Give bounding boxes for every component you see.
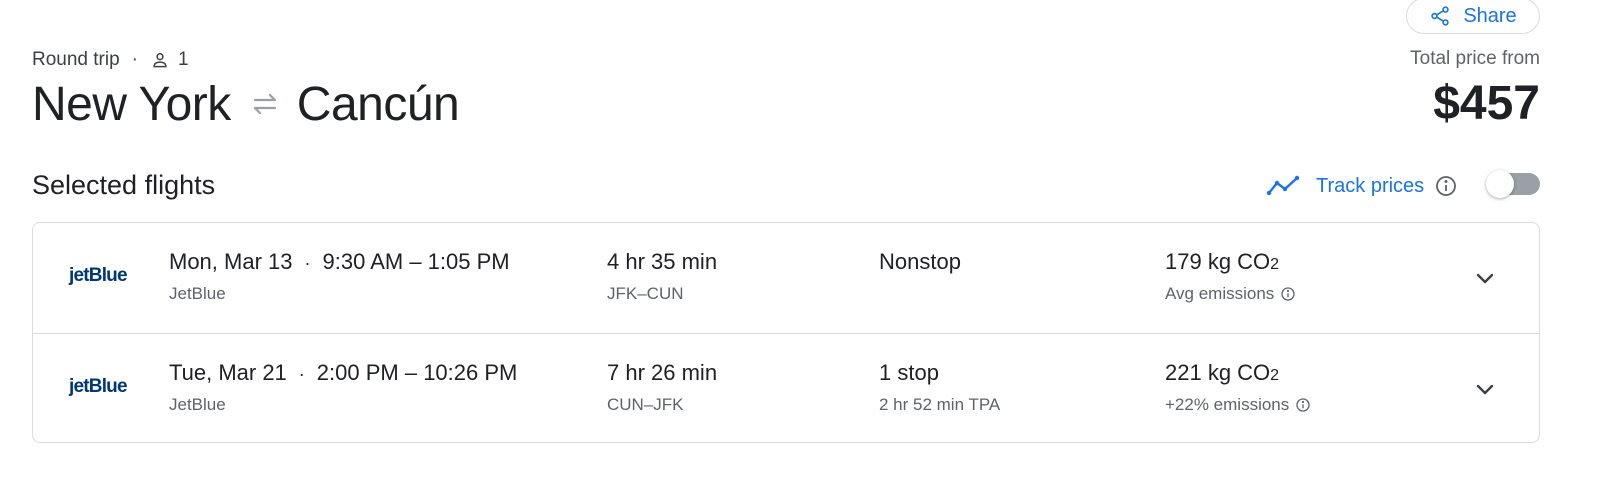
chevron-down-icon[interactable] [1469,374,1501,406]
flight-stops: Nonstop [879,249,961,305]
duration-text: 4 hr 35 min [607,249,718,274]
share-button[interactable]: Share [1406,0,1540,34]
separator-dot: · [131,49,138,70]
swap-arrows-icon [253,93,276,115]
chevron-down-icon[interactable] [1469,263,1501,295]
stops-text: 1 stop [879,360,939,385]
co2-subscript: 2 [1270,256,1280,273]
flight-duration: 7 hr 26 min CUN–JFK [607,360,717,416]
price-label: Total price from [1410,48,1540,69]
stops-text: Nonstop [879,249,961,274]
flight-emissions: 179 kg CO 2 Avg emissions [1165,249,1296,305]
co2-subscript: 2 [1270,367,1280,384]
co2-value: 179 kg CO [1165,249,1271,274]
track-prices-label[interactable]: Track prices [1316,175,1424,198]
flight-emissions: 221 kg CO 2 +22% emissions [1165,360,1311,416]
trend-line-icon [1266,175,1300,196]
flight-duration: 4 hr 35 min JFK–CUN [607,249,717,305]
flight-times-text: 2:00 PM – 10:26 PM [316,360,518,385]
flights-list: jetBlue Mon, Mar 13 · 9:30 AM – 1:05 PM … [32,222,1540,443]
info-icon[interactable] [1434,174,1458,198]
track-prices-toggle[interactable] [1486,170,1542,200]
destination-city: Cancún [296,77,460,131]
info-icon[interactable] [1280,286,1296,302]
route-title: New York Cancún [32,76,460,132]
passenger-count: 1 [178,49,189,70]
info-icon[interactable] [1295,397,1311,413]
airline-name: JetBlue [169,395,226,414]
trip-meta: Round trip · 1 [32,48,189,72]
share-icon [1431,6,1450,26]
total-price: $457 [1433,77,1540,130]
flight-times: Tue, Mar 21 · 2:00 PM – 10:26 PM JetBlue [169,360,517,416]
flight-times-text: 9:30 AM – 1:05 PM [322,249,510,274]
flight-times: Mon, Mar 13 · 9:30 AM – 1:05 PM JetBlue [169,249,510,305]
flight-date: Mon, Mar 13 [169,249,293,274]
jetblue-logo: jetBlue [69,376,128,397]
emissions-label: Avg emissions [1165,284,1275,303]
airline-name: JetBlue [169,284,226,303]
section-title: Selected flights [32,170,216,200]
person-icon [153,53,167,68]
flight-date: Tue, Mar 21 [169,360,287,385]
separator-dot: · [298,364,305,384]
route-code: JFK–CUN [607,284,684,303]
duration-text: 7 hr 26 min [607,360,718,385]
origin-city: New York [32,77,231,131]
separator-dot: · [304,253,311,273]
flight-stops: 1 stop 2 hr 52 min TPA [879,360,1000,416]
toggle-knob [1486,170,1514,198]
flight-row-outbound[interactable]: jetBlue Mon, Mar 13 · 9:30 AM – 1:05 PM … [33,223,1539,333]
jetblue-logo: jetBlue [69,265,128,286]
flight-row-return[interactable]: jetBlue Tue, Mar 21 · 2:00 PM – 10:26 PM… [33,333,1539,442]
track-prices: Track prices [1266,170,1458,202]
co2-value: 221 kg CO [1165,360,1271,385]
share-label: Share [1463,4,1517,27]
route-code: CUN–JFK [607,395,684,414]
layover-text: 2 hr 52 min TPA [879,395,1001,414]
emissions-label: +22% emissions [1165,395,1290,414]
trip-type: Round trip [32,49,120,70]
